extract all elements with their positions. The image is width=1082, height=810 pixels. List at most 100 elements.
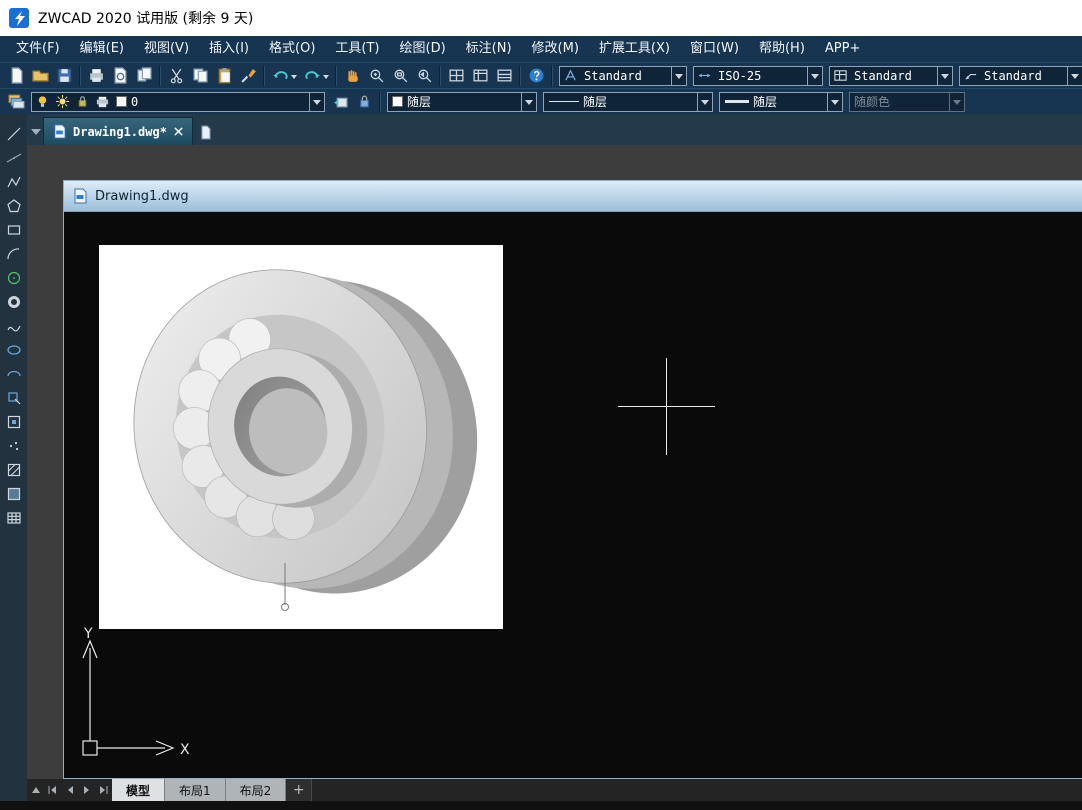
donut-icon[interactable] (0, 290, 27, 314)
dropdown-arrow-icon[interactable] (937, 67, 952, 85)
cut-icon[interactable] (164, 64, 188, 88)
open-file-icon[interactable] (28, 64, 52, 88)
linetype-combo[interactable]: 随层 (543, 92, 713, 112)
menu-item-edit[interactable]: 编辑(E) (70, 36, 134, 62)
new-file-icon[interactable] (4, 64, 28, 88)
layer-freeze-icon[interactable] (52, 93, 72, 111)
menu-bar: 文件(F) 编辑(E) 视图(V) 插入(I) 格式(O) 工具(T) 绘图(D… (0, 36, 1082, 62)
menu-item-window[interactable]: 窗口(W) (680, 36, 749, 62)
tab-layout1[interactable]: 布局1 (165, 779, 226, 801)
menu-item-format[interactable]: 格式(O) (259, 36, 325, 62)
pan-icon[interactable] (340, 64, 364, 88)
layer-lock-icon[interactable] (72, 93, 92, 111)
prev-tab-icon[interactable] (61, 779, 78, 801)
sheet-set-icon[interactable] (492, 64, 516, 88)
mleader-style-combo[interactable]: Standard (959, 66, 1082, 86)
arc-icon[interactable] (0, 242, 27, 266)
polyline-icon[interactable] (0, 170, 27, 194)
menu-item-tools[interactable]: 工具(T) (325, 36, 389, 62)
plot-preview-icon[interactable] (108, 64, 132, 88)
zoom-realtime-icon[interactable] (364, 64, 388, 88)
dwg-file-icon (72, 188, 88, 204)
next-tab-icon[interactable] (78, 779, 95, 801)
document-tab-bar: Drawing1.dwg* (27, 114, 1082, 145)
menu-item-help[interactable]: 帮助(H) (749, 36, 815, 62)
layer-combo[interactable]: 0 (31, 92, 325, 112)
layer-plot-icon[interactable] (92, 93, 112, 111)
insert-block-icon[interactable] (0, 386, 27, 410)
help-icon[interactable] (524, 64, 548, 88)
menu-item-dimension[interactable]: 标注(N) (456, 36, 522, 62)
table-style-value: Standard (850, 69, 937, 83)
dropdown-arrow-icon[interactable] (1067, 67, 1082, 85)
plot-icon[interactable] (84, 64, 108, 88)
xline-icon[interactable] (0, 146, 27, 170)
dim-style-combo[interactable]: ISO-25 (693, 66, 823, 86)
viewports-icon[interactable] (444, 64, 468, 88)
text-style-combo[interactable]: Standard (559, 66, 687, 86)
menu-item-app-plus[interactable]: APP+ (815, 36, 870, 62)
table-style-icon (830, 67, 850, 85)
expand-tabs-icon[interactable] (27, 779, 44, 801)
zwcad-application: ZWCAD 2020 试用版 (剩余 9 天) 文件(F) 编辑(E) 视图(V… (0, 0, 1082, 810)
add-layout-button[interactable]: + (286, 779, 312, 801)
lineweight-value: 随层 (749, 93, 827, 110)
layer-color-swatch (116, 96, 127, 107)
first-tab-icon[interactable] (44, 779, 61, 801)
table-icon[interactable] (0, 506, 27, 530)
zoom-previous-icon[interactable] (412, 64, 436, 88)
tab-layout2[interactable]: 布局2 (226, 779, 287, 801)
dropdown-arrow-icon[interactable] (827, 93, 842, 111)
dropdown-arrow-icon[interactable] (697, 93, 712, 111)
tab-scroll-icon[interactable] (29, 117, 43, 145)
layer-bulb-icon[interactable] (32, 93, 52, 111)
spline-icon[interactable] (0, 314, 27, 338)
layer-properties-icon[interactable] (4, 90, 28, 114)
window-title: ZWCAD 2020 试用版 (剩余 9 天) (38, 8, 253, 28)
make-block-icon[interactable] (0, 410, 27, 434)
point-icon[interactable] (0, 434, 27, 458)
gradient-icon[interactable] (0, 482, 27, 506)
color-combo[interactable]: 随层 (387, 92, 537, 112)
last-tab-icon[interactable] (95, 779, 112, 801)
drawing-window-titlebar[interactable]: Drawing1.dwg (64, 181, 1082, 212)
redo-icon[interactable] (300, 64, 332, 88)
menu-item-draw[interactable]: 绘图(D) (390, 36, 456, 62)
dropdown-arrow-icon[interactable] (671, 67, 686, 85)
color-swatch (392, 96, 403, 107)
layer-previous-icon[interactable] (328, 90, 352, 114)
menu-item-insert[interactable]: 插入(I) (199, 36, 259, 62)
dropdown-arrow-icon[interactable] (309, 93, 324, 111)
line-icon[interactable] (0, 122, 27, 146)
save-file-icon[interactable] (52, 64, 76, 88)
publish-icon[interactable] (132, 64, 156, 88)
menu-item-file[interactable]: 文件(F) (6, 36, 70, 62)
ellipse-icon[interactable] (0, 338, 27, 362)
dropdown-arrow-icon[interactable] (807, 67, 822, 85)
window-titlebar[interactable]: ZWCAD 2020 试用版 (剩余 9 天) (0, 0, 1082, 36)
undo-icon[interactable] (268, 64, 300, 88)
named-views-icon[interactable] (468, 64, 492, 88)
text-style-icon (560, 67, 580, 85)
close-tab-icon[interactable] (173, 126, 184, 137)
dropdown-arrow-icon[interactable] (521, 93, 536, 111)
table-style-combo[interactable]: Standard (829, 66, 953, 86)
drawing-canvas[interactable]: Y X (64, 212, 1082, 778)
document-tab[interactable]: Drawing1.dwg* (43, 117, 193, 145)
tab-model[interactable]: 模型 (112, 779, 165, 801)
layer-states-icon[interactable] (352, 90, 376, 114)
menu-item-view[interactable]: 视图(V) (134, 36, 199, 62)
paste-icon[interactable] (212, 64, 236, 88)
copy-icon[interactable] (188, 64, 212, 88)
lineweight-combo[interactable]: 随层 (719, 92, 843, 112)
rectangle-icon[interactable] (0, 218, 27, 242)
ellipse-arc-icon[interactable] (0, 362, 27, 386)
hatch-icon[interactable] (0, 458, 27, 482)
zoom-window-icon[interactable] (388, 64, 412, 88)
match-properties-icon[interactable] (236, 64, 260, 88)
menu-item-modify[interactable]: 修改(M) (522, 36, 589, 62)
polygon-icon[interactable] (0, 194, 27, 218)
new-drawing-tab-icon[interactable] (193, 119, 219, 145)
menu-item-express-tools[interactable]: 扩展工具(X) (589, 36, 680, 62)
circle-icon[interactable] (0, 266, 27, 290)
